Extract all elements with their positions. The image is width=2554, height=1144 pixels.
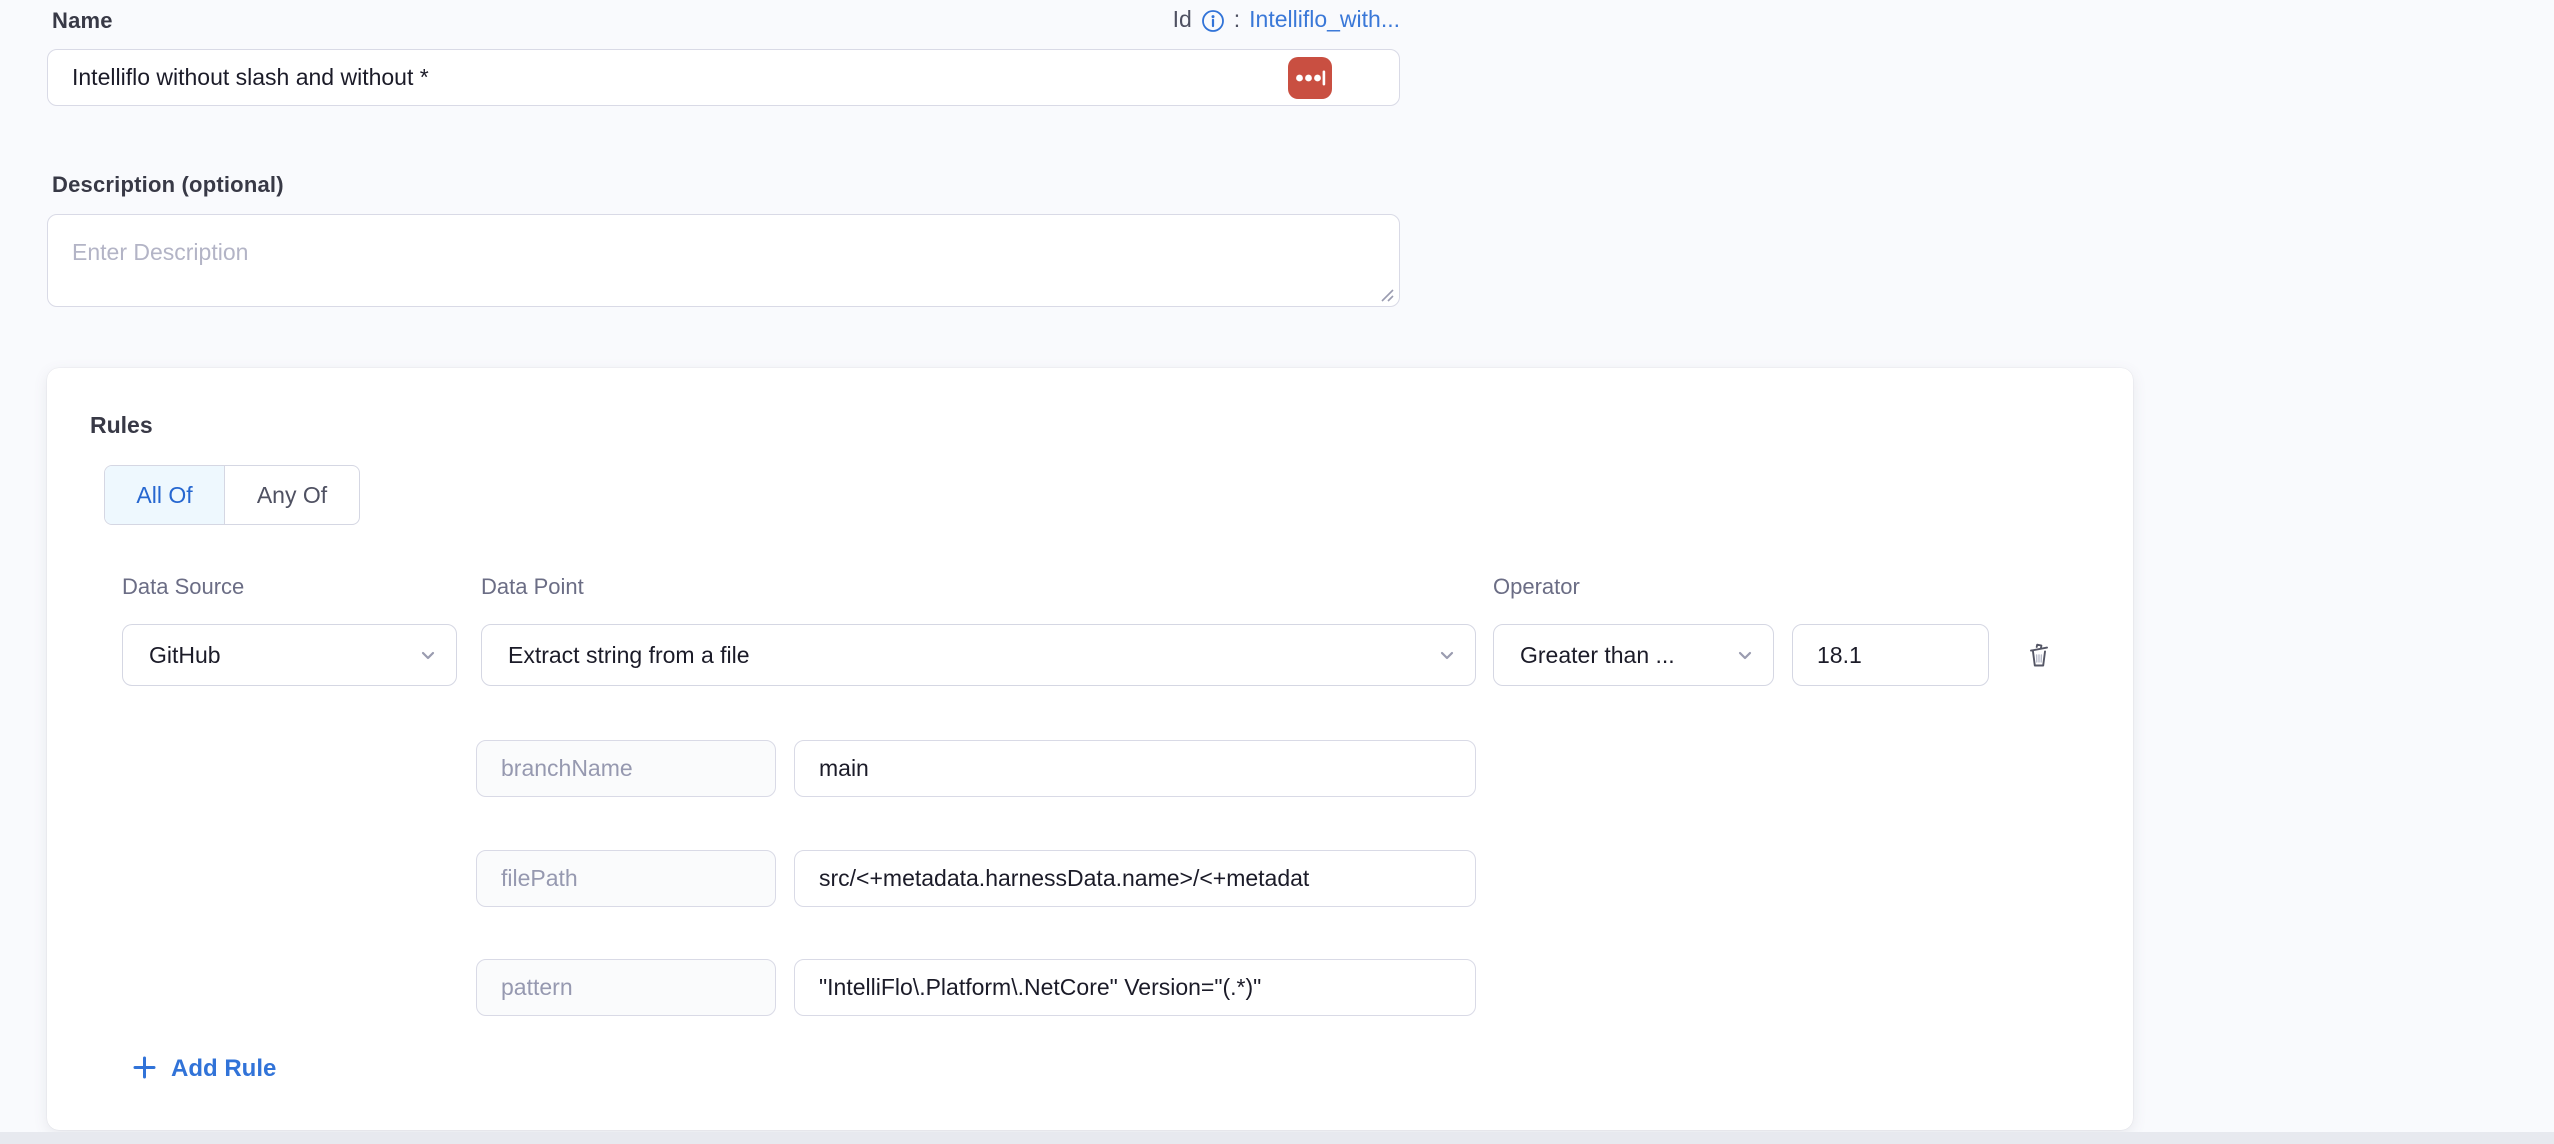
footer-divider [0,1132,2554,1144]
match-type-segment-group: All Of Any Of [104,465,360,525]
plus-icon [131,1054,158,1084]
data-point-label: Data Point [481,574,584,600]
operator-threshold-input[interactable] [1792,624,1989,686]
chevron-down-icon [416,643,440,667]
operator-label: Operator [1493,574,1580,600]
data-point-select[interactable]: Extract string from a file [481,624,1476,686]
all-of-button[interactable]: All Of [105,466,224,524]
name-input[interactable] [47,49,1400,106]
param-key-input[interactable] [476,740,776,797]
trash-icon [2022,637,2056,674]
id-value-link[interactable]: Intelliflo_with... [1249,6,1400,33]
textarea-resize-handle[interactable] [1376,284,1396,309]
description-label: Description (optional) [52,172,284,198]
param-value-input[interactable] [794,740,1476,797]
rules-card: Rules All Of Any Of Data Source Data Poi… [47,368,2133,1130]
data-source-value: GitHub [149,642,221,669]
param-value-input[interactable] [794,959,1476,1016]
chevron-down-icon [1733,643,1757,667]
data-source-label: Data Source [122,574,244,600]
info-icon[interactable] [1201,9,1225,33]
param-key-input[interactable] [476,850,776,907]
param-key-input[interactable] [476,959,776,1016]
operator-select[interactable]: Greater than ... [1493,624,1774,686]
add-rule-button[interactable]: Add Rule [131,1054,276,1084]
id-prefix-label: Id [1173,6,1192,33]
operator-value: Greater than ... [1520,642,1675,669]
delete-rule-button[interactable] [2009,630,2069,680]
rule-editor-screen: Name Id : Intelliflo_with... Description… [0,0,2554,1144]
data-point-value: Extract string from a file [508,642,750,669]
chevron-down-icon [1435,643,1459,667]
description-textarea[interactable] [47,214,1400,307]
id-row: Id : Intelliflo_with... [47,6,1400,33]
rules-title: Rules [90,412,153,439]
id-colon: : [1234,6,1240,33]
data-source-select[interactable]: GitHub [122,624,457,686]
add-rule-label: Add Rule [171,1055,276,1083]
param-value-input[interactable] [794,850,1476,907]
password-manager-icon[interactable] [1288,57,1332,99]
any-of-button[interactable]: Any Of [224,466,359,524]
